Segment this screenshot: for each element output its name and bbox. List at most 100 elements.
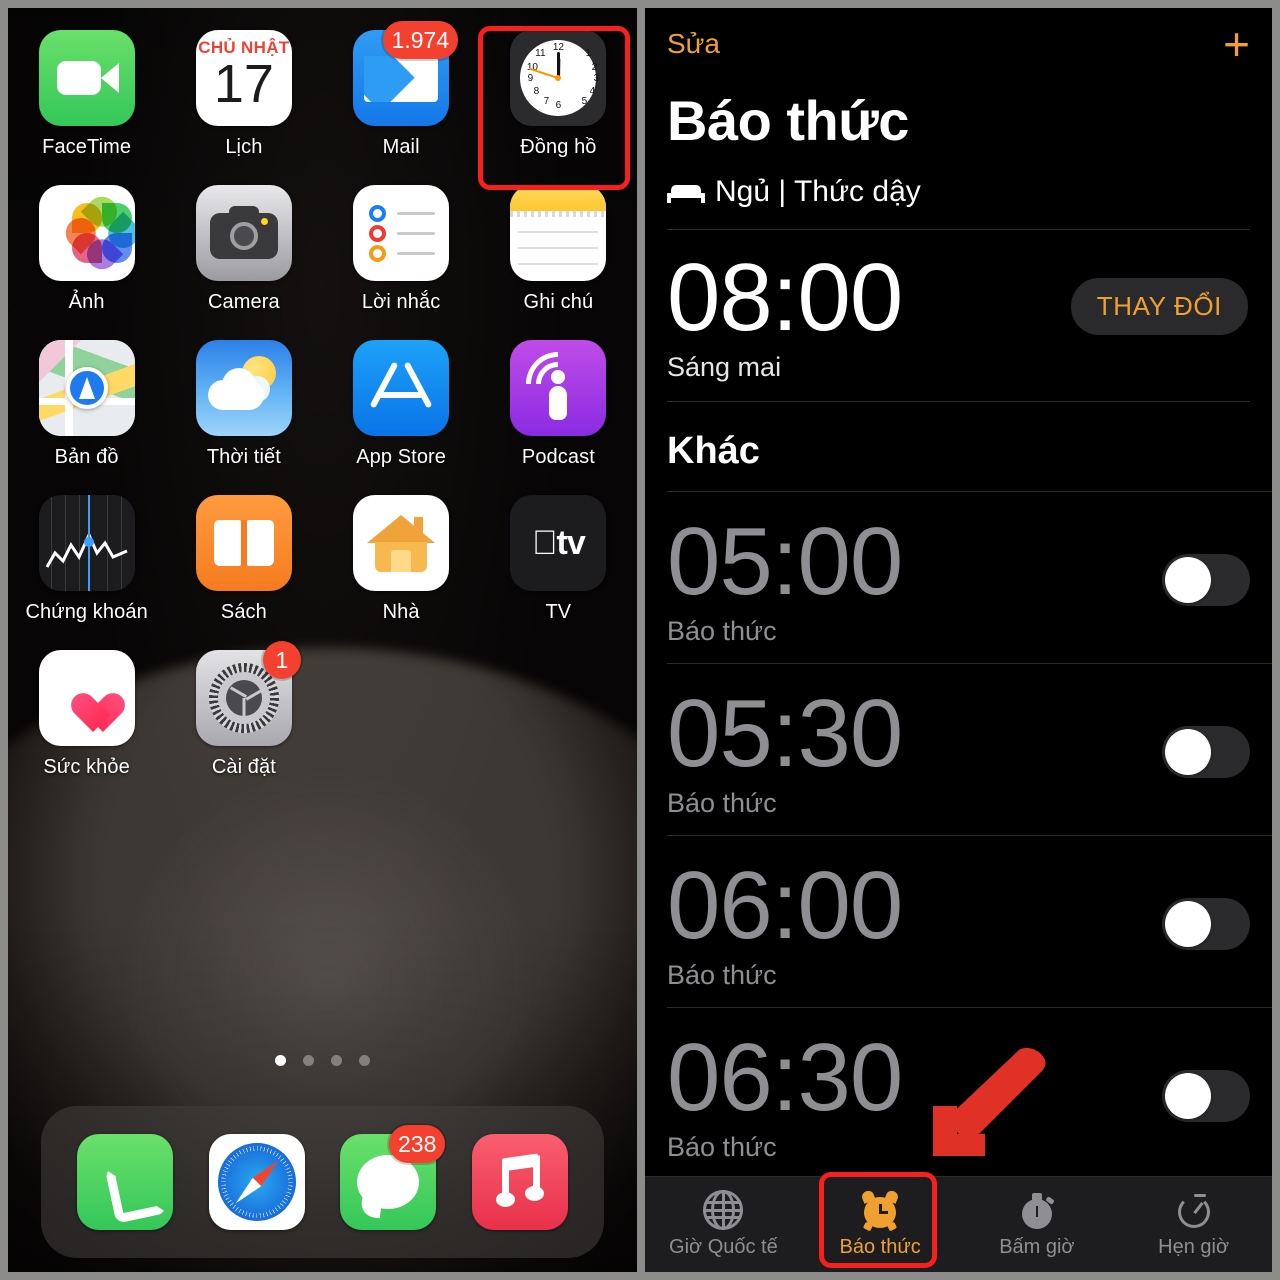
app-label: Sức khỏe — [43, 756, 130, 778]
app-books[interactable]: Sách — [165, 495, 322, 624]
appstore-icon[interactable] — [353, 340, 450, 436]
alarm-time: 05:30 — [667, 680, 903, 787]
app-home[interactable]: Nhà — [323, 495, 480, 624]
timer-icon — [1174, 1190, 1214, 1230]
home-icon[interactable] — [353, 495, 450, 591]
sleep-wake-label: Ngủ | Thức dậy — [715, 175, 921, 208]
app-label: Mail — [382, 136, 420, 158]
reminders-icon[interactable] — [353, 185, 450, 281]
alarm-label: Báo thức — [667, 960, 777, 990]
dock-app-music[interactable] — [472, 1134, 569, 1230]
alarm-toggle[interactable] — [1162, 726, 1250, 778]
app-label: Chứng khoán — [25, 601, 148, 623]
page-dot[interactable] — [331, 1055, 342, 1066]
alarm-time: 06:30 — [667, 1024, 903, 1131]
sleep-wake-section-header[interactable]: Ngủ | Thức dậy — [645, 153, 1272, 229]
stopwatch-icon — [1017, 1190, 1057, 1230]
app-label: Bản đồ — [54, 446, 119, 468]
app-label: Sách — [220, 601, 267, 623]
app-calendar[interactable]: CHỦ NHẬT 17 Lịch — [165, 30, 322, 159]
alarm-toggle[interactable] — [1162, 554, 1250, 606]
dock-app-messages[interactable]: 238 — [340, 1125, 446, 1230]
badge-count: 238 — [389, 1125, 446, 1163]
alarm-row[interactable]: 05:00 Báo thức — [645, 492, 1272, 663]
alarm-row[interactable]: 06:00 Báo thức — [645, 836, 1272, 1007]
tab-world-clock[interactable]: Giờ Quốc tế — [645, 1190, 802, 1259]
alarm-row[interactable]: 05:30 Báo thức — [645, 664, 1272, 835]
app-grid: FaceTime CHỦ NHẬT 17 Lịch 1.974 Mail 12 … — [8, 21, 637, 779]
tab-label: Bấm giờ — [999, 1236, 1075, 1258]
weather-icon[interactable] — [195, 340, 292, 436]
page-indicator — [8, 1055, 637, 1066]
notes-icon[interactable] — [510, 185, 607, 281]
app-podcasts[interactable]: Podcast — [480, 340, 637, 469]
alarm-toggle[interactable] — [1162, 898, 1250, 950]
tab-stopwatch[interactable]: Bấm giờ — [959, 1190, 1116, 1259]
health-icon[interactable] — [38, 650, 135, 746]
app-camera[interactable]: Camera — [165, 185, 322, 314]
clock-app-header: Sửa + — [645, 8, 1272, 80]
app-reminders[interactable]: Lời nhắc — [323, 185, 480, 314]
facetime-icon[interactable] — [38, 30, 135, 126]
page-dot[interactable] — [303, 1055, 314, 1066]
camera-icon[interactable] — [195, 185, 292, 281]
alarm-time: 05:00 — [667, 508, 903, 615]
alarm-label: Báo thức — [667, 788, 777, 818]
tab-label: Giờ Quốc tế — [669, 1236, 778, 1258]
other-section-title: Khác — [667, 430, 760, 472]
dock-app-safari[interactable] — [208, 1134, 305, 1230]
tab-bar: Giờ Quốc tế Báo thức Bấm giờ Hẹn giờ — [645, 1176, 1272, 1272]
books-icon[interactable] — [195, 495, 292, 591]
page-dot[interactable] — [275, 1055, 286, 1066]
edit-button[interactable]: Sửa — [667, 28, 720, 60]
alarm-time: 06:00 — [667, 852, 903, 959]
app-stocks[interactable]: Chứng khoán — [8, 495, 165, 624]
alarm-toggle[interactable] — [1162, 1070, 1250, 1122]
iphone-home-screen: FaceTime CHỦ NHẬT 17 Lịch 1.974 Mail 12 … — [8, 8, 637, 1272]
app-settings[interactable]: 1 Cài đặt — [165, 641, 322, 779]
app-weather[interactable]: Thời tiết — [165, 340, 322, 469]
dock-app-phone[interactable] — [76, 1134, 173, 1230]
app-label: App Store — [356, 446, 447, 468]
app-label: FaceTime — [42, 136, 132, 158]
app-mail[interactable]: 1.974 Mail — [323, 21, 480, 159]
page-dot[interactable] — [359, 1055, 370, 1066]
app-tv[interactable]: tv TV — [480, 495, 637, 624]
app-label: Đồng hồ — [520, 136, 597, 158]
tab-alarm[interactable]: Báo thức — [802, 1189, 959, 1259]
sleep-alarm-subtitle: Sáng mai — [667, 352, 782, 382]
badge-count: 1.974 — [382, 21, 459, 59]
alarm-icon — [860, 1189, 900, 1232]
app-label: Lời nhắc — [361, 291, 441, 313]
app-photos[interactable]: Ảnh — [8, 185, 165, 314]
app-appstore[interactable]: App Store — [323, 340, 480, 469]
app-clock[interactable]: 12 1 2 3 4 5 6 7 8 9 10 11 Đồng hồ — [480, 30, 637, 159]
podcasts-icon[interactable] — [510, 340, 607, 436]
add-alarm-button[interactable]: + — [1223, 21, 1250, 67]
sleep-alarm-row[interactable]: 08:00 Sáng mai THAY ĐỔI — [645, 230, 1272, 401]
app-label: Ghi chú — [523, 291, 594, 313]
app-label: Nhà — [382, 601, 420, 623]
calendar-icon[interactable]: CHỦ NHẬT 17 — [195, 30, 292, 126]
tab-label: Báo thức — [839, 1236, 921, 1258]
safari-icon[interactable] — [208, 1134, 305, 1230]
dock: 238 — [41, 1106, 604, 1258]
tv-icon[interactable]: tv — [510, 495, 607, 591]
stocks-icon[interactable] — [38, 495, 135, 591]
alarm-row[interactable]: 06:30 Báo thức — [645, 1008, 1272, 1179]
app-maps[interactable]: Bản đồ — [8, 340, 165, 469]
app-label: Ảnh — [68, 291, 105, 313]
clock-icon[interactable]: 12 1 2 3 4 5 6 7 8 9 10 11 — [510, 30, 607, 126]
app-notes[interactable]: Ghi chú — [480, 185, 637, 314]
tab-timer[interactable]: Hẹn giờ — [1115, 1190, 1272, 1259]
music-icon[interactable] — [472, 1134, 569, 1230]
calendar-day: 17 — [213, 54, 274, 114]
app-facetime[interactable]: FaceTime — [8, 30, 165, 159]
phone-icon[interactable] — [76, 1134, 173, 1230]
app-label: Podcast — [521, 446, 595, 468]
app-health[interactable]: Sức khỏe — [8, 650, 165, 779]
change-button[interactable]: THAY ĐỔI — [1070, 278, 1248, 335]
alarm-label: Báo thức — [667, 1132, 777, 1162]
photos-icon[interactable] — [38, 185, 135, 281]
maps-icon[interactable] — [38, 340, 135, 436]
